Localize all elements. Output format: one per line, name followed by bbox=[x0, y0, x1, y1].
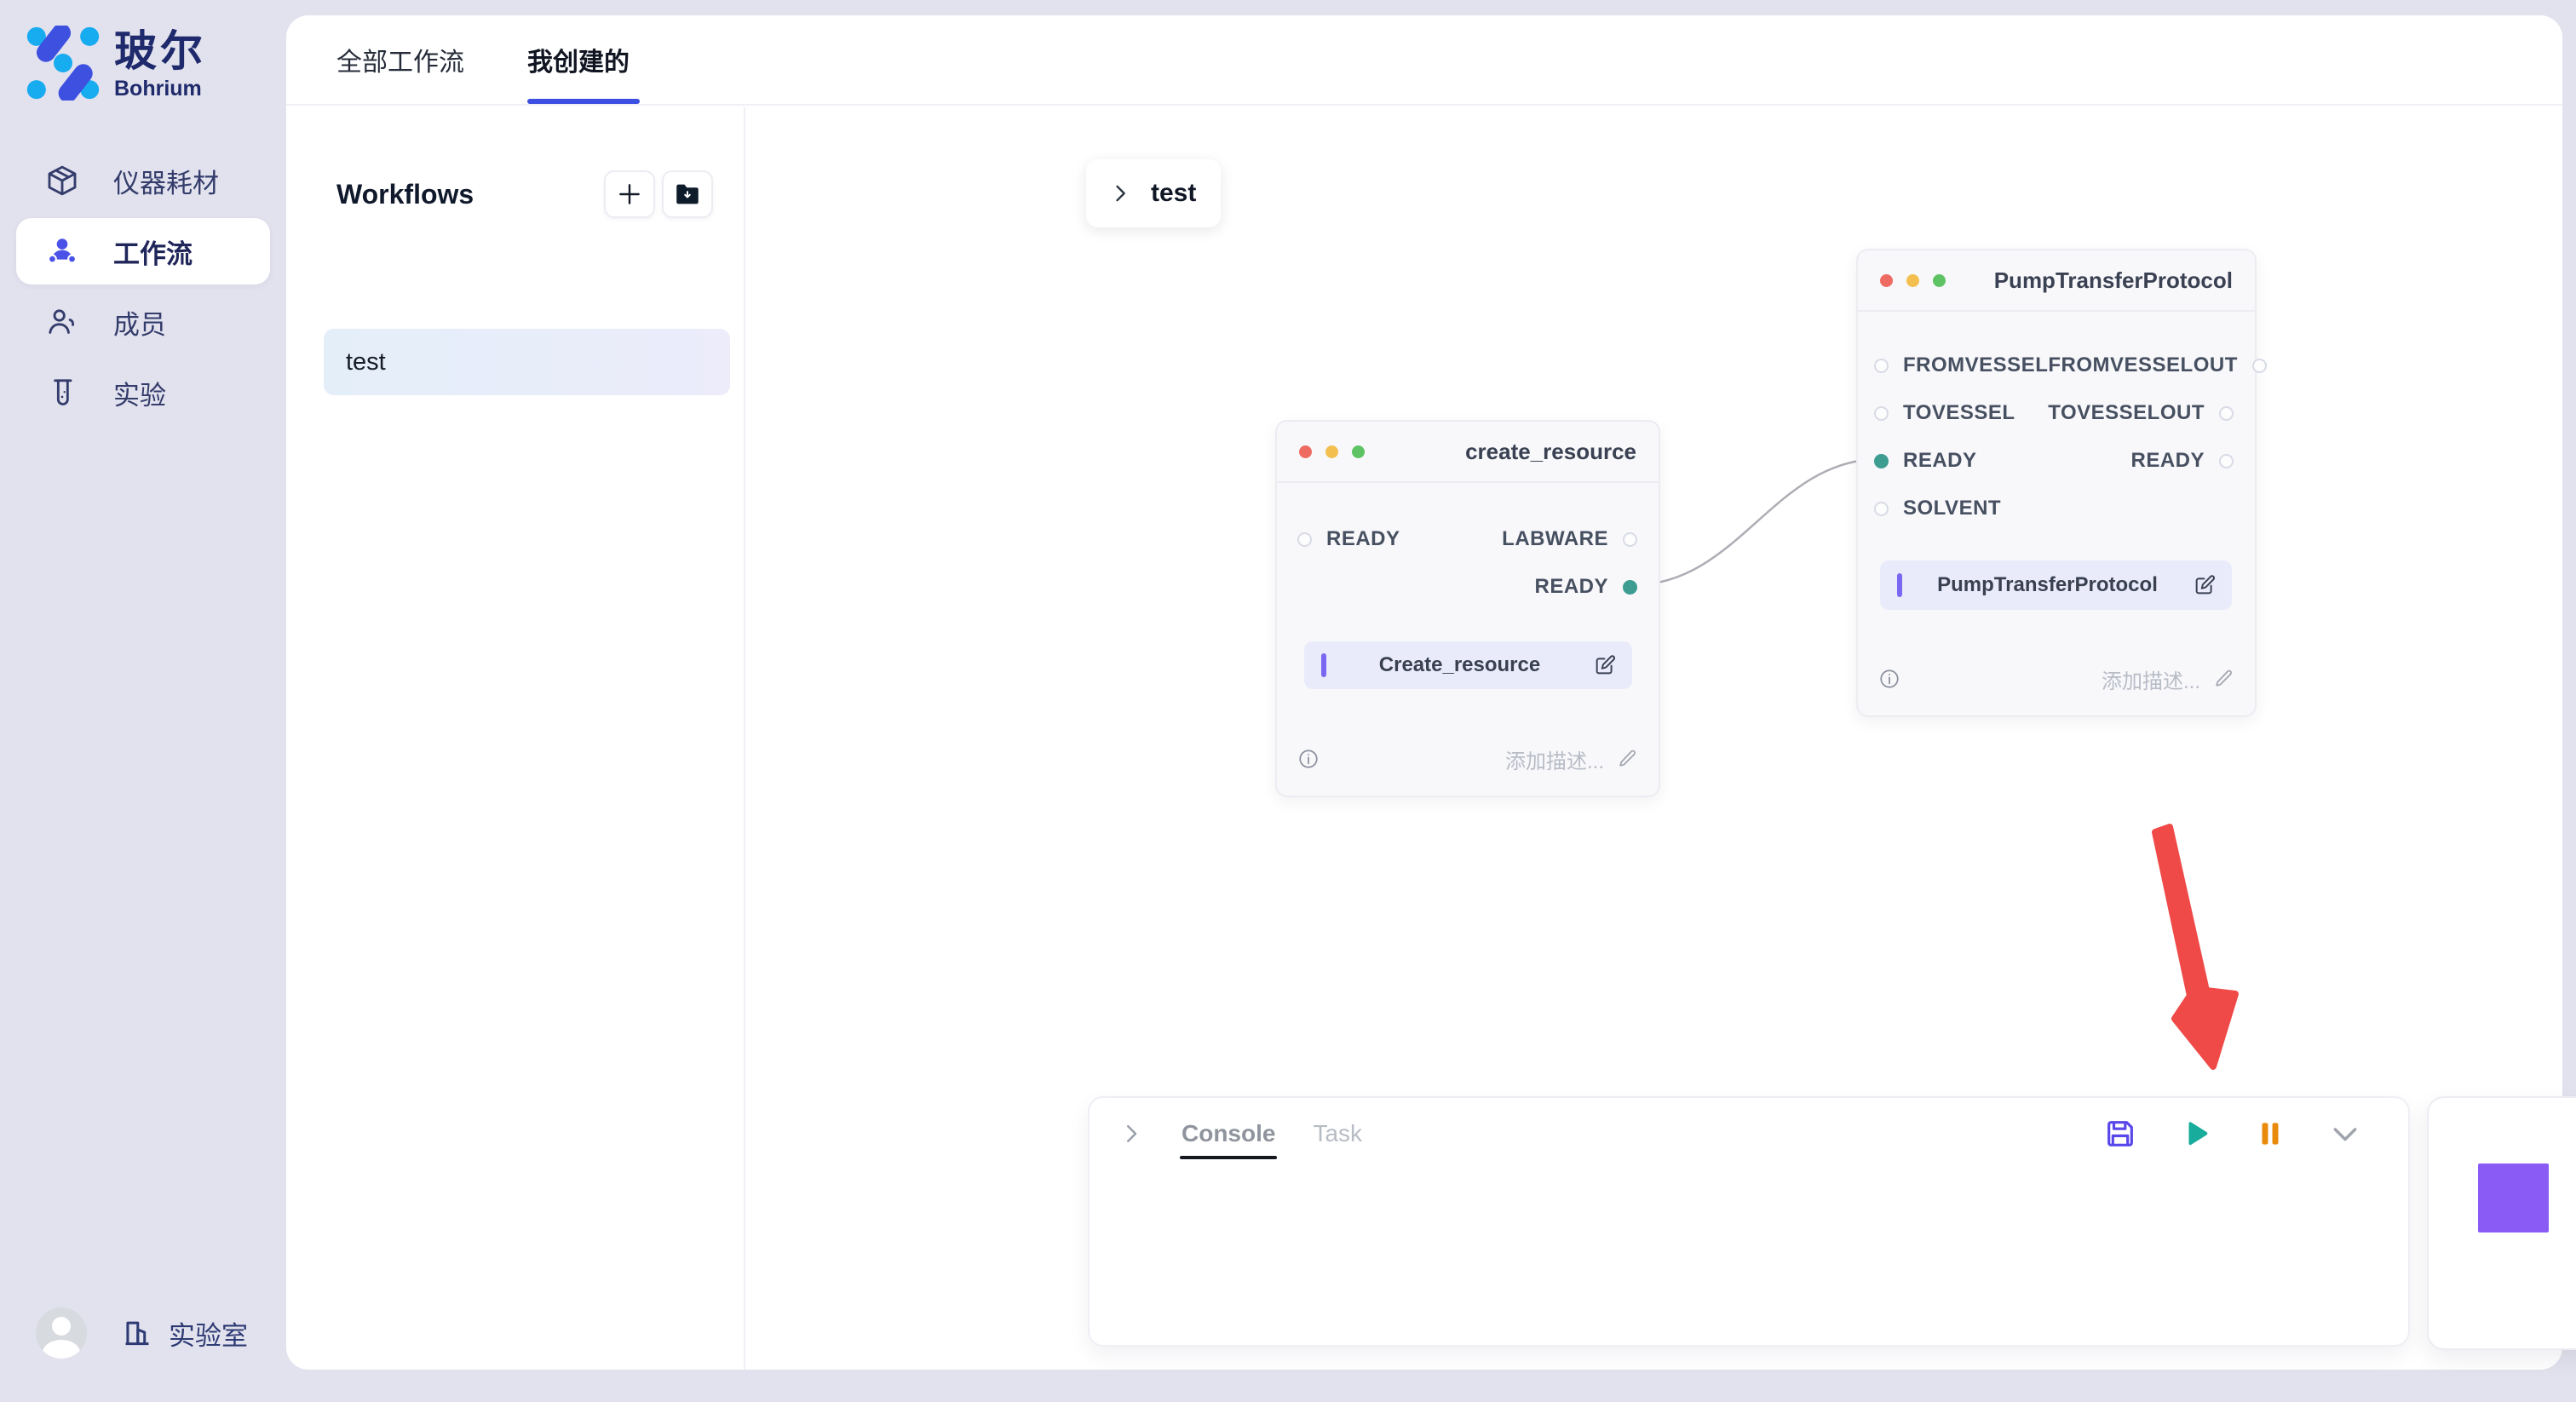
node-pump-transfer-protocol[interactable]: PumpTransferProtocol FROMVESSEL FROMVESS… bbox=[1856, 249, 2257, 717]
chevron-right-icon bbox=[1108, 181, 1132, 205]
port-label: FROMVESSEL bbox=[1903, 353, 2048, 377]
user-avatar[interactable] bbox=[36, 1307, 87, 1359]
port-label: TOVESSELOUT bbox=[2048, 401, 2205, 425]
node-create-resource[interactable]: create_resource READY LABWARE READY bbox=[1275, 420, 1660, 797]
chevron-down-icon[interactable] bbox=[2326, 1115, 2364, 1152]
node-header: PumpTransferProtocol bbox=[1858, 250, 2255, 312]
add-workflow-button[interactable] bbox=[604, 170, 655, 218]
port-label: FROMVESSELOUT bbox=[2048, 353, 2238, 377]
workflows-panel: Workflows test bbox=[286, 107, 745, 1370]
task-tab[interactable]: Task bbox=[1313, 1098, 1362, 1169]
sidebar-item-workflow[interactable]: 工作流 bbox=[16, 218, 270, 284]
node-description-placeholder[interactable]: 添加描述... bbox=[1320, 744, 1604, 774]
console-toolbar: Console Task bbox=[1090, 1098, 2408, 1169]
lab-label: 实验室 bbox=[169, 1314, 248, 1353]
app-logo[interactable]: 玻尔 Bohrium bbox=[26, 26, 206, 101]
edit-icon[interactable] bbox=[2193, 573, 2217, 597]
port-label: LABWARE bbox=[1502, 527, 1608, 551]
node-header: create_resource bbox=[1277, 422, 1659, 483]
tab-all-workflows[interactable]: 全部工作流 bbox=[336, 15, 464, 104]
sidebar-item-label: 仪器耗材 bbox=[113, 162, 219, 200]
save-icon[interactable] bbox=[2102, 1115, 2139, 1152]
edit-icon[interactable] bbox=[1593, 653, 1617, 677]
sidebar-item-instruments[interactable]: 仪器耗材 bbox=[16, 147, 270, 214]
bohrium-logo-icon bbox=[26, 26, 101, 101]
info-icon[interactable] bbox=[1297, 748, 1320, 770]
port-out-tovesselout[interactable] bbox=[2219, 406, 2234, 421]
port-out-ready[interactable] bbox=[1623, 580, 1637, 595]
port-out-fromvesselout[interactable] bbox=[2252, 359, 2267, 373]
port-in-ready[interactable] bbox=[1297, 532, 1312, 547]
breadcrumb-workflow[interactable]: test bbox=[1086, 159, 1221, 227]
minimap-node-create-resource bbox=[2478, 1164, 2549, 1232]
port-in-ready[interactable] bbox=[1874, 454, 1889, 468]
pause-icon[interactable] bbox=[2251, 1115, 2289, 1152]
building-icon bbox=[121, 1317, 153, 1349]
pencil-icon[interactable] bbox=[2212, 668, 2234, 690]
workflows-title: Workflows bbox=[336, 179, 604, 210]
members-icon bbox=[44, 304, 80, 340]
lab-switcher[interactable]: 实验室 bbox=[121, 1314, 248, 1353]
main-area: 全部工作流 我创建的 Workflows test t bbox=[286, 15, 2562, 1370]
import-folder-button[interactable] bbox=[662, 170, 713, 218]
port-in-tovessel[interactable] bbox=[1874, 406, 1889, 421]
app-subtitle: Bohrium bbox=[114, 77, 206, 101]
port-label: READY bbox=[1534, 575, 1608, 599]
chevron-right-icon[interactable] bbox=[1118, 1121, 1144, 1146]
node-action-pill[interactable]: Create_resource bbox=[1304, 641, 1632, 689]
traffic-light-dots bbox=[1299, 445, 1365, 458]
port-label: READY bbox=[2130, 449, 2205, 473]
sidebar-item-label: 成员 bbox=[113, 303, 166, 342]
info-icon[interactable] bbox=[1878, 668, 1900, 690]
app-title: 玻尔 bbox=[114, 26, 206, 77]
workflow-canvas[interactable]: test create_resource READY LABWARE bbox=[747, 107, 2562, 1370]
plus-icon bbox=[616, 181, 643, 208]
folder-download-icon bbox=[673, 180, 702, 209]
breadcrumb-label: test bbox=[1151, 179, 1196, 208]
pencil-icon[interactable] bbox=[1616, 748, 1638, 770]
sidebar-item-label: 实验 bbox=[113, 374, 166, 412]
sidebar-item-label: 工作流 bbox=[113, 233, 193, 271]
pill-label: PumpTransferProtocol bbox=[1902, 573, 2193, 597]
traffic-light-dots bbox=[1880, 274, 1946, 287]
workflow-tabbar: 全部工作流 我创建的 bbox=[286, 15, 2562, 106]
node-action-pill[interactable]: PumpTransferProtocol bbox=[1880, 560, 2232, 610]
sidebar-item-experiments[interactable]: 实验 bbox=[16, 359, 270, 426]
minimap[interactable] bbox=[2427, 1096, 2576, 1350]
port-label: READY bbox=[1326, 527, 1400, 551]
port-label: SOLVENT bbox=[1903, 497, 2001, 520]
tab-my-created[interactable]: 我创建的 bbox=[527, 15, 630, 104]
node-footer: 添加描述... bbox=[1878, 659, 2234, 698]
play-icon[interactable] bbox=[2176, 1115, 2214, 1152]
node-footer: 添加描述... bbox=[1297, 739, 1638, 779]
port-label: TOVESSEL bbox=[1903, 401, 2015, 425]
workflow-list-item[interactable]: test bbox=[324, 329, 730, 395]
sidebar: 玻尔 Bohrium 仪器耗材 工作流 bbox=[0, 0, 286, 1402]
sidebar-item-members[interactable]: 成员 bbox=[16, 289, 270, 355]
experiment-icon bbox=[44, 375, 80, 411]
port-label: READY bbox=[1903, 449, 1977, 473]
package-icon bbox=[44, 163, 80, 198]
workflow-group-icon bbox=[44, 233, 80, 269]
active-tab-underline bbox=[527, 99, 640, 104]
sidebar-nav: 仪器耗材 工作流 成员 bbox=[0, 143, 286, 430]
console-panel: Console Task bbox=[1088, 1096, 2410, 1347]
port-in-solvent[interactable] bbox=[1874, 502, 1889, 516]
console-tab[interactable]: Console bbox=[1182, 1098, 1275, 1169]
node-title: create_resource bbox=[1365, 439, 1636, 465]
port-out-ready[interactable] bbox=[2219, 454, 2234, 468]
port-out-labware[interactable] bbox=[1623, 532, 1637, 547]
node-description-placeholder[interactable]: 添加描述... bbox=[1900, 664, 2200, 694]
port-in-fromvessel[interactable] bbox=[1874, 359, 1889, 373]
node-title: PumpTransferProtocol bbox=[1946, 267, 2233, 294]
pill-label: Create_resource bbox=[1326, 653, 1593, 677]
